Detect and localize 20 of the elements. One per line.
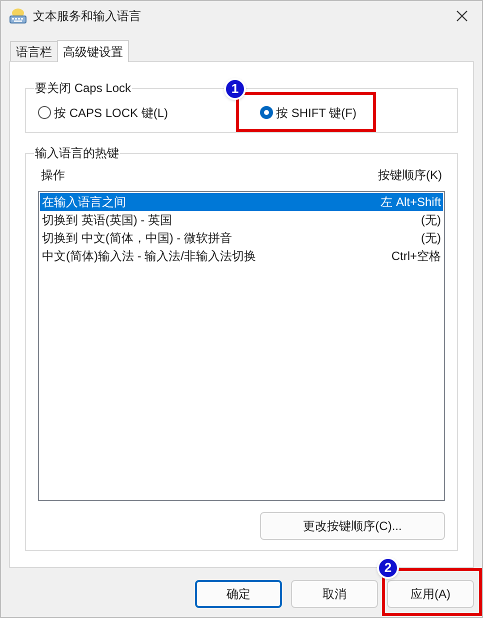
dialog-button[interactable]: 确定 (195, 580, 282, 608)
radio-option[interactable]: 按 SHIFT 键(F) (260, 104, 356, 122)
column-header: 操作 (41, 167, 65, 184)
column-header: 按键顺序(K) (378, 167, 442, 184)
dialog-button[interactable]: 取消 (291, 580, 378, 608)
group-title: 要关闭 Caps Lock (34, 80, 132, 96)
dialog-button[interactable]: 应用(A) (387, 580, 474, 608)
close-icon[interactable] (456, 10, 468, 22)
window-title: 文本服务和输入语言 (33, 8, 141, 25)
keyboard-icon (9, 7, 27, 25)
tab[interactable]: 高级键设置 (57, 40, 129, 62)
hotkey-list[interactable]: 在输入语言之间 左 Alt+Shift 切换到 英语(英国) - 英国 (无) 切换到 中文(简体，中国) - 微软拼音 (无) 中文(简体)输入法 - 输入法/非输入法切换 Ctrl+空格 (38, 191, 445, 501)
group-title: 输入语言的热键 (34, 145, 120, 161)
list-row[interactable]: 切换到 中文(简体，中国) - 微软拼音 (无) (40, 229, 443, 247)
change-key-sequence-button[interactable]: 更改按键顺序(C)... (260, 512, 445, 540)
list-row[interactable]: 在输入语言之间 左 Alt+Shift (40, 193, 443, 211)
list-row[interactable]: 中文(简体)输入法 - 输入法/非输入法切换 Ctrl+空格 (40, 247, 443, 265)
tab[interactable]: 语言栏 (10, 41, 57, 61)
list-row[interactable]: 切换到 英语(英国) - 英国 (无) (40, 211, 443, 229)
radio-option[interactable]: 按 CAPS LOCK 键(L) (38, 104, 260, 122)
